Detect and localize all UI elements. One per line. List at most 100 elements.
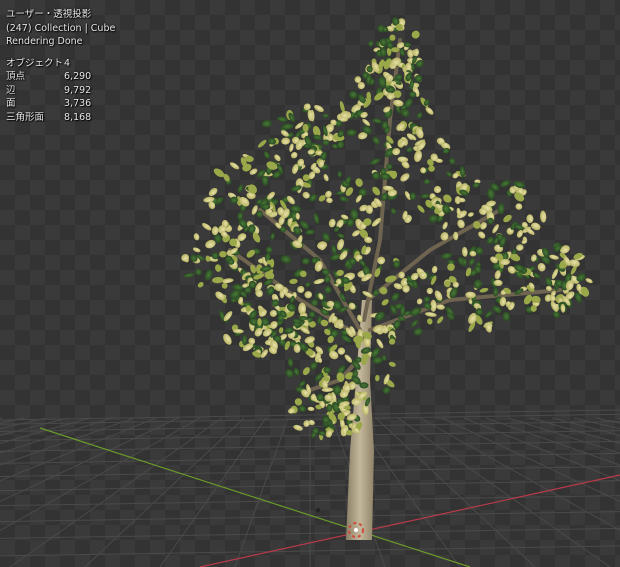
- leaf: [381, 299, 389, 306]
- leaf: [413, 48, 419, 57]
- leaf: [181, 253, 189, 262]
- leaf: [414, 150, 422, 162]
- leaf: [317, 241, 328, 250]
- leaf: [423, 178, 431, 185]
- leaf: [424, 312, 437, 317]
- stat-label-faces: 面: [6, 98, 16, 109]
- leaf: [229, 162, 240, 170]
- leaf: [370, 158, 381, 165]
- leaf: [289, 143, 294, 152]
- leaf: [425, 107, 434, 115]
- leaf: [328, 218, 336, 228]
- leaf: [344, 354, 353, 363]
- leaf: [406, 147, 413, 153]
- leaf: [379, 286, 388, 295]
- leaf: [502, 311, 511, 322]
- leaf: [515, 203, 523, 210]
- leaf: [313, 278, 325, 285]
- leaf: [270, 232, 275, 240]
- leaf: [313, 212, 320, 225]
- scene-statistics: オブジェクト 4 頂点 6,290 辺 9,792 面 3,736 三角形面 8…: [6, 57, 115, 125]
- leaf: [352, 230, 361, 237]
- leaf: [390, 208, 397, 215]
- leaf: [443, 194, 452, 203]
- stat-value-objects: 4: [64, 57, 71, 69]
- leaf: [289, 278, 298, 285]
- leaf: [376, 338, 384, 349]
- leaf: [263, 151, 270, 159]
- leaf: [503, 214, 512, 223]
- leaf: [375, 374, 380, 382]
- leaf: [372, 118, 383, 124]
- leaf: [293, 424, 303, 431]
- leaf: [265, 246, 273, 254]
- leaf: [500, 258, 510, 265]
- leaf: [281, 137, 290, 145]
- grid-line: [234, 417, 289, 567]
- leaf: [468, 258, 475, 266]
- leaf: [441, 252, 453, 260]
- leaf: [305, 229, 315, 235]
- leaf: [269, 258, 275, 268]
- leaf: [337, 170, 342, 178]
- leaf: [278, 327, 284, 334]
- leaf: [349, 90, 358, 99]
- leaf: [500, 179, 511, 188]
- leaf: [433, 185, 442, 194]
- leaf: [276, 116, 288, 123]
- stat-label-edges: 辺: [6, 84, 16, 96]
- stat-value-edges: 9,792: [64, 84, 92, 96]
- leaf: [321, 387, 334, 392]
- leaf: [391, 47, 400, 53]
- leaf: [290, 152, 298, 159]
- leaf: [205, 255, 211, 262]
- view-name: ユーザー・透視投影: [6, 9, 92, 20]
- leaf: [372, 186, 381, 196]
- render-status: Rendering Done: [6, 36, 83, 47]
- leaf: [416, 112, 423, 119]
- viewport-info-overlay: ユーザー・透視投影 (247) Collection | Cube Render…: [6, 8, 115, 124]
- leaf: [287, 357, 294, 368]
- leaf: [197, 282, 204, 288]
- leaf: [223, 333, 232, 345]
- tree-model[interactable]: [180, 17, 594, 540]
- leaf: [526, 214, 534, 224]
- leaf: [492, 224, 499, 234]
- leaf: [537, 262, 546, 272]
- leaf: [427, 318, 433, 325]
- stat-label-vertices: 頂点: [6, 71, 26, 82]
- leaf: [442, 221, 448, 230]
- leaf: [337, 233, 345, 239]
- leaf: [312, 134, 323, 140]
- leaf: [428, 165, 435, 172]
- leaf: [516, 244, 524, 251]
- 3d-viewport[interactable]: ユーザー・透視投影 (247) Collection | Cube Render…: [0, 0, 620, 567]
- leaf: [416, 298, 423, 305]
- leaf: [428, 214, 439, 223]
- leaf: [540, 210, 547, 223]
- leaf: [413, 328, 423, 336]
- leaf: [467, 212, 474, 217]
- leaf: [382, 386, 391, 394]
- leaf: [411, 30, 420, 39]
- leaf: [261, 119, 272, 128]
- leaf: [313, 104, 324, 113]
- y-axis-line: [39, 427, 471, 567]
- leaf: [368, 40, 374, 47]
- leaf: [322, 113, 329, 118]
- lamp-icon[interactable]: [316, 508, 320, 512]
- leaf: [302, 367, 310, 376]
- leaf: [297, 285, 305, 293]
- leaf: [308, 311, 316, 318]
- leaf: [323, 173, 329, 182]
- stat-label-objects: オブジェクト: [6, 57, 64, 69]
- stat-value-triangles: 8,168: [64, 111, 92, 123]
- leaf: [346, 129, 357, 137]
- leaf: [411, 319, 419, 328]
- grid-line: [441, 417, 620, 502]
- leaf: [437, 316, 444, 324]
- leaf: [479, 287, 489, 293]
- leaf: [449, 157, 456, 165]
- leaf: [183, 272, 195, 278]
- leaf: [301, 257, 310, 265]
